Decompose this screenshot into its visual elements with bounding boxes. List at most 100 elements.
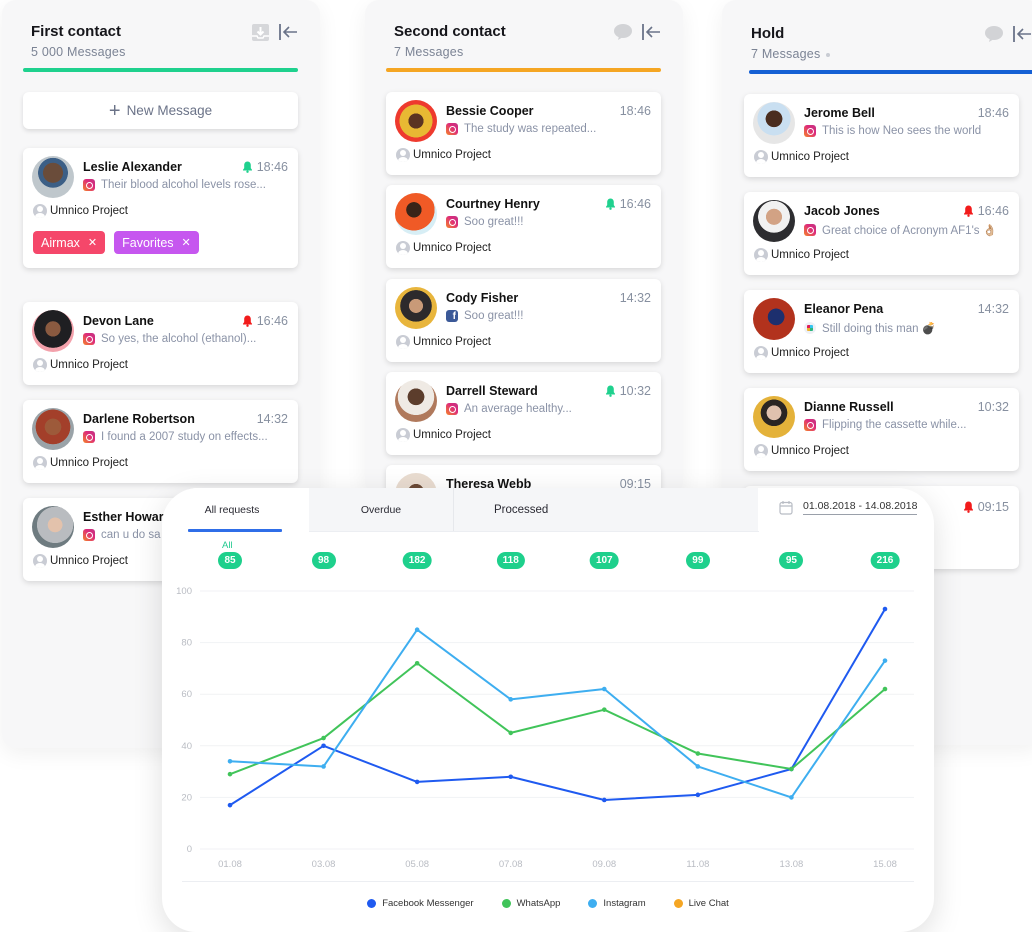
message-card[interactable]: Eleanor Pena 14:32 Still doing this man … <box>744 290 1019 373</box>
data-point <box>414 660 420 666</box>
legend-label: WhatsApp <box>516 898 561 909</box>
data-point <box>227 771 233 777</box>
legend-item[interactable]: WhatsApp <box>501 898 561 909</box>
chart-legend: Facebook Messenger WhatsApp Instagram Live … <box>162 898 934 909</box>
contact-name: Jacob Jones <box>804 204 880 218</box>
message-card[interactable]: Darlene Robertson 14:32 I found a 2007 s… <box>23 400 298 483</box>
person-icon <box>33 554 47 568</box>
avatar <box>32 408 74 450</box>
message-time: 16:46 <box>619 197 651 211</box>
plus-icon: + <box>108 99 121 122</box>
message-preview: I found a 2007 study on effects... <box>101 431 268 443</box>
message-time: 18:46 <box>619 104 651 118</box>
message-card[interactable]: Darrell Steward 10:32 An average healthy… <box>386 372 661 455</box>
contact-name: Jerome Bell <box>804 106 875 120</box>
person-icon <box>33 204 47 218</box>
message-card[interactable]: Bessie Cooper 18:46 The study was repeat… <box>386 92 661 175</box>
message-preview: Still doing this man 💣 <box>822 323 937 335</box>
legend-dot-icon <box>673 899 683 908</box>
message-time: 18:46 <box>977 106 1009 120</box>
y-tick-label: 0 <box>187 844 192 855</box>
instagram-icon <box>446 216 458 228</box>
legend-label: Live Chat <box>688 898 729 909</box>
person-icon <box>33 358 47 372</box>
avatar <box>32 156 74 198</box>
message-preview: An average healthy... <box>464 403 572 415</box>
data-point <box>321 743 326 749</box>
column-second-contact: Second contact 7 Messages Bessie Cooper … <box>365 0 683 548</box>
tag-airmax: Airmax ✕ <box>33 231 106 254</box>
data-point <box>508 697 514 702</box>
person-icon <box>754 248 768 262</box>
status-dot <box>826 52 831 57</box>
person-icon <box>396 428 410 442</box>
collapse-left-icon[interactable] <box>1012 24 1032 44</box>
message-time: 14:32 <box>977 302 1009 316</box>
facebook-icon: f <box>446 310 458 322</box>
message-preview: Their blood alcohol levels rose... <box>101 179 266 191</box>
message-preview: The study was repeated... <box>464 123 597 135</box>
message-preview: So yes, the alcohol (ethanol)... <box>101 333 257 345</box>
person-icon <box>754 346 768 360</box>
legend-item[interactable]: Live Chat <box>673 898 729 909</box>
data-point <box>601 707 607 712</box>
message-card[interactable]: Leslie Alexander 18:46 Their blood alcoh… <box>23 148 298 268</box>
person-icon <box>396 241 410 255</box>
project-name: Umnico Project <box>50 457 128 469</box>
message-time: 14:32 <box>256 412 288 426</box>
column-accent-bar <box>23 68 298 72</box>
contact-name: Cody Fisher <box>446 291 519 305</box>
line-chart: 0 20 40 60 80 100 01.08 03.08 05.08 07.08 09.08 11.… <box>176 586 914 870</box>
legend-dot-icon <box>501 899 511 908</box>
message-card[interactable]: Dianne Russell 10:32 Flipping the casset… <box>744 388 1019 471</box>
column-header: Hold 7 Messages <box>743 22 1032 76</box>
bell-icon <box>605 385 615 397</box>
contact-name: Bessie Cooper <box>446 104 534 118</box>
avatar <box>753 396 795 438</box>
message-card[interactable]: Jerome Bell 18:46 This is how Neo sees t… <box>744 94 1019 177</box>
message-time: 10:32 <box>619 384 651 398</box>
message-card[interactable]: Cody Fisher 14:32 f Soo great!!! Umnico … <box>386 279 661 362</box>
download-icon[interactable] <box>250 22 270 42</box>
bell-icon <box>605 198 615 210</box>
collapse-left-icon[interactable] <box>278 22 298 42</box>
new-message-button[interactable]: + New Message <box>23 92 298 129</box>
remove-tag-icon[interactable]: ✕ <box>182 236 191 249</box>
x-tick-label: 15.08 <box>873 859 897 870</box>
data-point <box>882 606 888 612</box>
chat-bubble-icon[interactable] <box>613 22 633 42</box>
collapse-left-icon[interactable] <box>641 22 661 42</box>
legend-item[interactable]: Instagram <box>588 898 646 909</box>
person-icon <box>754 150 768 164</box>
contact-name: Darlene Robertson <box>83 412 195 426</box>
message-card[interactable]: Jacob Jones 16:46 Great choice of Acrony… <box>744 192 1019 275</box>
column-accent-bar <box>749 70 1032 74</box>
data-point <box>508 730 514 736</box>
message-preview: Soo great!!! <box>464 310 524 322</box>
y-tick-label: 40 <box>181 741 192 752</box>
chat-bubble-icon[interactable] <box>984 24 1004 44</box>
person-icon <box>396 335 410 349</box>
avatar <box>395 193 437 235</box>
avatar <box>753 200 795 242</box>
remove-tag-icon[interactable]: ✕ <box>88 236 97 249</box>
instagram-icon <box>83 179 95 191</box>
tag-label: Favorites <box>122 235 174 250</box>
avatar <box>32 310 74 352</box>
person-icon <box>396 148 410 162</box>
message-card[interactable]: Courtney Henry 16:46 Soo great!!! Umnico… <box>386 185 661 268</box>
tag-list: Airmax ✕ Favorites ✕ <box>33 231 199 254</box>
legend-item[interactable]: Facebook Messenger <box>367 898 474 909</box>
message-time: 16:46 <box>977 204 1009 218</box>
project-name: Umnico Project <box>50 205 128 217</box>
data-point <box>414 627 420 632</box>
y-tick-label: 60 <box>181 689 192 700</box>
data-point <box>882 658 888 663</box>
instagram-icon <box>446 403 458 415</box>
contact-name: Eleanor Pena <box>804 302 884 316</box>
data-point <box>789 766 794 772</box>
message-preview: Soo great!!! <box>464 216 524 228</box>
legend-divider <box>182 881 914 882</box>
message-card[interactable]: Devon Lane 16:46 So yes, the alcohol (et… <box>23 302 298 385</box>
project-name: Umnico Project <box>413 429 491 441</box>
